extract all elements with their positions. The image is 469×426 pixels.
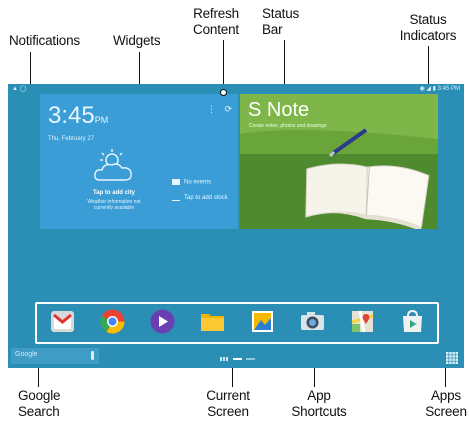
more-options-icon[interactable]: ⋮ — [207, 104, 216, 114]
callout-apps-line2: Screen — [425, 404, 467, 419]
events-row[interactable]: No events — [172, 179, 211, 186]
callout-apps-screen: Apps Screen — [424, 388, 468, 420]
callout-refresh-line1: Refresh — [193, 6, 239, 21]
callout-status-line1: Status — [262, 6, 300, 21]
clock-ampm: PM — [94, 115, 109, 125]
leader-status-bar — [284, 40, 285, 86]
widget-controls: ⋮ ⟳ — [207, 104, 232, 115]
callout-google-line2: Search — [18, 404, 60, 419]
add-stock-label: Tap to add stock — [184, 195, 228, 202]
notification-icons[interactable]: ▲ ◯ — [12, 85, 26, 92]
clock-weather-widget[interactable]: 3:45PM Thu, February 27 ⋮ ⟳ Tap to add c… — [40, 94, 238, 229]
callout-status-bar: Status Bar — [262, 6, 302, 38]
callout-shortcuts-line2: Shortcuts — [291, 404, 347, 419]
apps-grid-icon[interactable] — [446, 352, 458, 364]
status-time: 3:45 PM — [437, 86, 460, 92]
leader-dot-refresh — [220, 89, 227, 96]
stock-row[interactable]: Tap to add stock — [172, 194, 228, 201]
callout-status-line2: Bar — [262, 22, 283, 37]
snote-subtitle: Create notes, photos and drawings — [249, 123, 327, 129]
callout-apps-line1: Apps — [431, 388, 461, 403]
stock-chart-icon — [172, 194, 180, 201]
callout-indicators-line2: Indicators — [399, 28, 457, 43]
google-label: Google — [15, 351, 38, 358]
calendar-icon — [172, 179, 180, 185]
clock-time: 3:45 — [48, 102, 95, 129]
google-search-bar[interactable]: Google — [11, 348, 99, 364]
callout-google-search: Google Search — [18, 388, 61, 420]
current-screen-indicator[interactable] — [218, 356, 268, 362]
dock-highlight-frame — [35, 302, 439, 344]
weather-note-line2: currently available — [93, 205, 135, 211]
callout-refresh-content: Refresh Content — [192, 6, 240, 38]
weather-note: Weather information not currently availa… — [64, 199, 164, 211]
callout-indicators-line1: Status — [409, 12, 447, 27]
leader-notifications — [30, 52, 31, 88]
widget-clock: 3:45PM — [48, 102, 108, 130]
no-events-label: No events — [184, 179, 212, 186]
widget-date: Thu, February 27 — [48, 136, 95, 142]
snote-title: S Note — [248, 99, 310, 121]
status-indicators: ◉ ◢ ▮ 3:45 PM — [419, 86, 460, 92]
callout-widgets: Widgets — [113, 33, 161, 48]
callout-refresh-line2: Content — [193, 22, 239, 37]
callout-google-line1: Google — [18, 388, 61, 403]
callout-shortcuts-line1: App — [307, 388, 331, 403]
callout-current-line2: Screen — [207, 404, 249, 419]
callout-app-shortcuts: App Shortcuts — [287, 388, 351, 420]
callout-notifications: Notifications — [9, 33, 80, 48]
leader-status-indicators — [428, 46, 429, 86]
callout-status-indicators: Status Indicators — [396, 12, 460, 44]
callout-current-line1: Current — [206, 388, 250, 403]
refresh-icon[interactable]: ⟳ — [224, 104, 232, 114]
microphone-icon[interactable] — [91, 351, 94, 360]
status-bar: ▲ ◯ ◉ ◢ ▮ 3:45 PM — [8, 84, 464, 93]
callout-current-screen: Current Screen — [202, 388, 254, 420]
snote-widget[interactable]: S Note Create notes, photos and drawings — [240, 94, 438, 229]
tap-to-add-city[interactable]: Tap to add city — [64, 190, 164, 196]
weather-icon — [94, 149, 132, 181]
